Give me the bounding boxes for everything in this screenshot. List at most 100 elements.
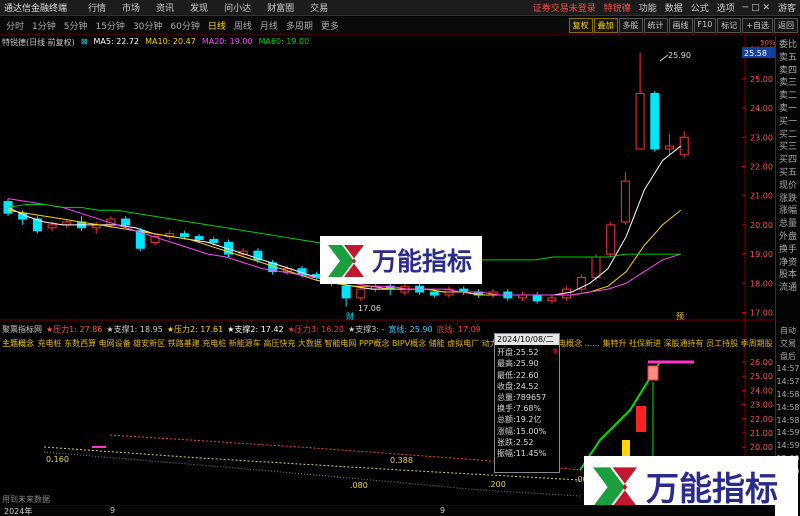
future-data-note: 用到未来数据 <box>2 495 50 504</box>
side-quote-label: 流通 <box>778 283 797 294</box>
side-tick-label: 自动 <box>780 326 796 335</box>
side-quote-label: 买四 <box>778 155 797 166</box>
indicator-legend-item: 底线: 17.09 <box>436 325 481 334</box>
candle-body <box>179 233 189 238</box>
side-tick-label: 14:59 <box>776 441 800 451</box>
side-tick-label: 14:57 <box>776 377 800 387</box>
candle-body <box>547 297 557 302</box>
sector-label: 主题概念 <box>2 339 34 348</box>
indicator-name[interactable]: 聚票指标网 <box>2 324 42 336</box>
axis-month-1: 9 <box>110 506 116 515</box>
current-price-tag: 25.58 <box>744 49 767 58</box>
candle-body <box>341 285 351 299</box>
tooltip-header: 2024/10/08/二 ▪ <box>495 334 559 355</box>
side-quote-label: 卖二 <box>778 91 797 102</box>
price-axis-label: 23.00 <box>750 133 773 142</box>
axis-year: 2024年 <box>4 507 33 516</box>
marker-yu: 预 <box>676 311 684 321</box>
side-tick-label: 14:59 <box>776 428 800 438</box>
side-quote-label: 股本 <box>778 270 797 281</box>
indicator-legend-item: ★支撑1: 18.95 <box>106 325 163 334</box>
side-tick-label: 14:58 <box>776 415 800 425</box>
tooltip-row: 最高:25.90 <box>497 359 539 369</box>
indicator-legend-item: ★支撑3: - <box>348 325 385 334</box>
tooltip-row: 换手:7.68% <box>497 404 542 414</box>
candle-body <box>679 136 689 156</box>
side-quote-label: 净资 <box>778 257 797 268</box>
tooltip-row: 张跌:2.52 <box>497 437 534 447</box>
lower-value-label-d: .200 <box>488 480 506 489</box>
lower-axis-label: 24.00 <box>750 386 773 395</box>
price-axis-label: 19.00 <box>750 250 773 259</box>
tooltip-close-icon[interactable]: ▪ <box>553 345 558 356</box>
candle-body <box>635 92 645 150</box>
sector-list: 充电桩 东数西算 电网设备 雄安新区 铁路基建 充电桩 新能源车 高压快充 大数… <box>37 339 772 348</box>
side-quote-label: 涨跌 <box>778 193 797 204</box>
candle-body <box>620 180 630 223</box>
side-quote-label: 总量 <box>778 219 797 230</box>
candle-body <box>591 256 601 278</box>
side-quote-label: 卖三 <box>778 78 797 89</box>
side-quote-label: 涨幅 <box>778 206 797 217</box>
candle-body <box>532 294 542 302</box>
tooltip-date: 2024/10/08/二 <box>497 335 554 344</box>
lower-axis-label: 26.00 <box>750 358 773 367</box>
lower-axis-label: 21.00 <box>750 429 773 438</box>
watermark-text-2: 万能指标 <box>646 469 778 508</box>
candle-body <box>606 224 616 255</box>
tooltip-row: 振幅:11.45% <box>497 449 547 459</box>
side-quote-label: 买一 <box>778 116 797 127</box>
indicator-legend-item: ★支撑2: 17.42 <box>227 325 284 334</box>
price-axis-label: 18.00 <box>750 279 773 288</box>
max-price-pointer <box>659 54 669 62</box>
watermark-center: 万能指标 <box>320 236 482 284</box>
tooltip-row: 总量:789657 <box>497 393 547 403</box>
side-quote-label: 卖一 <box>778 103 797 114</box>
candle-body <box>194 236 204 240</box>
candle-body <box>429 291 439 296</box>
watermark-logo-icon <box>328 245 364 277</box>
tooltip-row: 开盘:25.52 <box>497 348 539 358</box>
side-tick-label: 交易 <box>780 338 796 348</box>
lower-axis-label: 23.00 <box>750 401 773 410</box>
lower-axis-label: 22.00 <box>750 415 773 424</box>
date-axis: 2024年 9 9 <box>0 505 775 516</box>
side-quote-label: 卖四 <box>778 65 797 76</box>
kline-tooltip: 2024/10/08/二 ▪ 开盘:25.52 最高:25.90 最低:22.60 收… <box>494 333 560 473</box>
side-quote-label: 买三 <box>778 142 797 153</box>
price-axis-top-label: 50% <box>760 39 776 47</box>
side-tick-label: 盘后 <box>780 351 796 361</box>
side-tick-label: 14:58 <box>776 402 800 412</box>
indicator-legend: 聚票指标网 ★压力1: 27.86 ★支撑1: 18.95 ★压力2: 17.61 ★… <box>2 324 481 336</box>
price-axis-label: 24.00 <box>750 104 773 113</box>
side-quote-label: 换手 <box>778 244 797 255</box>
lower-value-label-c: .080 <box>350 481 368 490</box>
side-quote-label: 卖五 <box>778 52 797 63</box>
lower-candle-pink <box>647 365 659 381</box>
sector-concepts: 主题概念 充电桩 东数西算 电网设备 雄安新区 铁路基建 充电桩 新能源车 高压… <box>2 338 772 349</box>
price-axis-label: 17.00 <box>750 308 773 317</box>
candle-body <box>47 224 57 229</box>
candle-body <box>121 218 131 226</box>
side-quote-label: 买五 <box>778 167 797 178</box>
candle-body <box>209 238 219 243</box>
tooltip-row: 总额:19.2亿 <box>497 415 542 425</box>
candle-body <box>650 92 660 150</box>
lower-axis-label: 20.00 <box>750 443 773 452</box>
lower-axis-label: 25.00 <box>750 372 773 381</box>
lower-value-label-a: 0.160 <box>46 455 69 464</box>
max-price-label: 25.90 <box>668 51 691 60</box>
indicator-legend-item: ★压力3: 16.20 <box>287 325 345 334</box>
price-axis-label: 21.00 <box>750 192 773 201</box>
indicator-legend-item: ★压力2: 17.61 <box>166 325 224 334</box>
lower-candle-red <box>636 406 646 432</box>
tooltip-row: 最低:22.60 <box>497 370 539 380</box>
price-axis-label: 20.00 <box>750 221 773 230</box>
lower-candle-yellow <box>622 440 630 456</box>
watermark-text: 万能指标 <box>372 247 473 276</box>
tooltip-row: 收盘:24.52 <box>497 381 539 391</box>
candle-body <box>665 145 674 150</box>
indicator-legend-item: 宽线: 25.90 <box>388 325 433 334</box>
candle-body <box>356 288 366 299</box>
price-axis-label: 22.00 <box>750 162 773 171</box>
